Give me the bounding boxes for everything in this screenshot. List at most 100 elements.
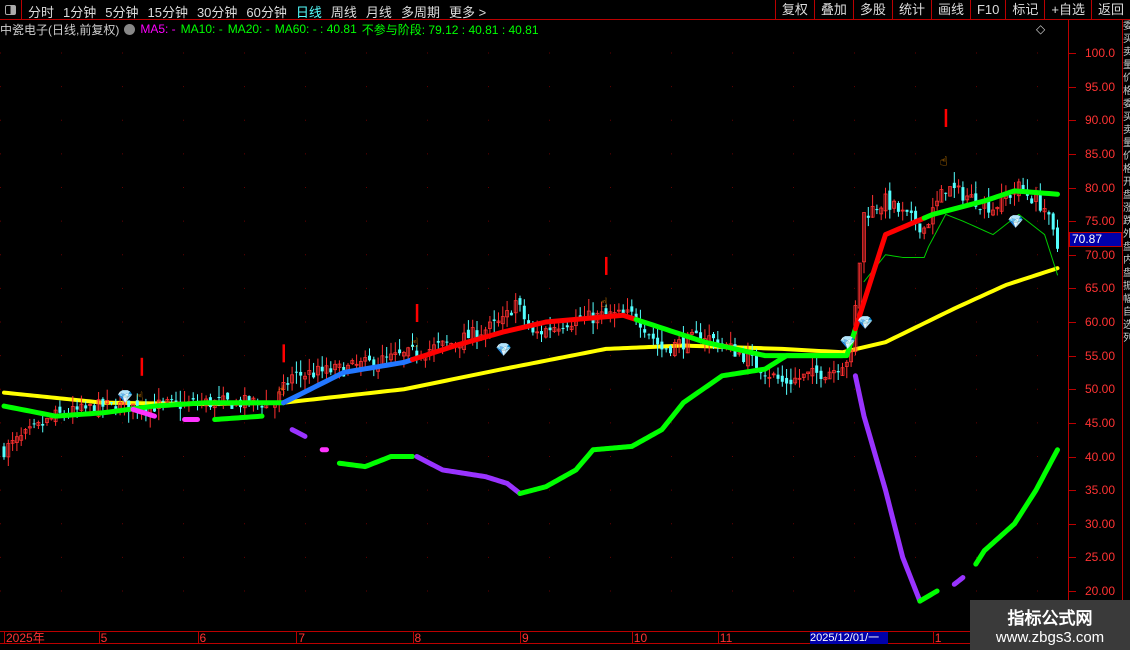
time-tick-label: 1 <box>932 631 942 645</box>
price-tick-label: 45.00 <box>1085 415 1116 430</box>
price-tick-label: 70.00 <box>1085 247 1116 262</box>
candle-body <box>58 406 62 413</box>
diamond-icon: 💎 <box>1008 214 1024 229</box>
candle-body <box>329 368 333 373</box>
price-tick-label: 35.00 <box>1085 483 1116 498</box>
candle-body <box>660 341 664 350</box>
candle-body <box>561 327 565 329</box>
candle-body <box>776 374 780 379</box>
candle-body <box>509 312 513 316</box>
candle-body <box>565 325 569 328</box>
signal-bar <box>605 256 608 275</box>
selected-date: 2025/12/01/一 <box>810 632 888 644</box>
candle-body <box>191 398 195 400</box>
candle-body <box>398 349 402 354</box>
price-tick <box>1068 490 1076 492</box>
price-tick <box>1068 254 1076 256</box>
oscillator-segment <box>973 447 1060 567</box>
candle-body <box>2 446 6 458</box>
signal-bar <box>415 304 419 322</box>
candle-body <box>815 365 819 373</box>
price-tick-label: 40.00 <box>1085 449 1116 464</box>
candle-body <box>978 209 982 211</box>
diamond-icon: 💎 <box>840 335 856 350</box>
candle-body <box>909 210 913 213</box>
candle-body <box>918 223 922 233</box>
hand-icon: ☝ <box>940 154 948 169</box>
price-tick <box>1068 591 1076 592</box>
price-tick <box>1068 221 1076 223</box>
candle-body <box>294 371 298 373</box>
ma-yellow-line <box>2 266 1060 407</box>
price-tick-label: 80.00 <box>1085 180 1116 195</box>
candle-body <box>217 396 221 398</box>
candle-body <box>1056 227 1059 249</box>
price-tick-label: 100.0 <box>1085 46 1116 60</box>
oscillator-segment <box>951 575 966 587</box>
candle-body <box>385 356 389 358</box>
price-chart[interactable]: ☝ ☝☝☝☝💎💎 💎💎💎 <box>0 0 1068 630</box>
time-tick-label: 2025年 <box>4 631 45 645</box>
time-tick-label: 11 <box>717 631 733 645</box>
candle-body <box>712 333 715 339</box>
candle-body <box>905 209 909 212</box>
watermark: 指标公式网 www.zbgs3.com <box>970 600 1130 650</box>
candle-body <box>819 370 823 380</box>
price-tick <box>1068 456 1076 458</box>
candle-body <box>952 182 956 189</box>
hand-icon: ☝ <box>411 335 419 350</box>
oscillator-segment <box>289 427 308 439</box>
candle-body <box>75 406 79 410</box>
oscillator-segment <box>212 413 265 423</box>
candle-body <box>174 400 178 402</box>
candle-body <box>630 306 634 312</box>
candle-body <box>694 330 698 334</box>
candle-body <box>32 423 36 425</box>
candle-body <box>260 405 264 408</box>
candle-body <box>780 375 784 382</box>
candle-body <box>643 329 647 333</box>
candle-body <box>944 192 948 194</box>
tool-button[interactable]: 返回 <box>1090 0 1130 20</box>
price-axis-line <box>1068 20 1069 632</box>
price-tick <box>1068 288 1076 290</box>
candle-body <box>888 190 892 210</box>
side-tab-strip[interactable]: 委买卖量价格委买卖量价格开盘涨跌外盘内盘振幅自选列 <box>1122 20 1130 632</box>
candle-body <box>651 333 655 339</box>
watermark-url: www.zbgs3.com <box>995 629 1105 646</box>
candle-body <box>84 405 88 409</box>
price-tick <box>1068 355 1076 357</box>
candle-body <box>763 375 767 377</box>
price-tick-label: 30.00 <box>1085 516 1116 531</box>
candle-body <box>789 379 793 385</box>
candle-body <box>647 334 651 336</box>
time-tick-label: 6 <box>197 631 207 645</box>
price-tick-label: 85.00 <box>1085 146 1116 161</box>
candle-body <box>875 209 879 211</box>
time-tick-label: 9 <box>520 631 529 645</box>
candle-body <box>836 371 840 373</box>
price-tick <box>1068 53 1076 54</box>
price-tick-label: 90.00 <box>1085 113 1116 128</box>
oscillator-segment <box>852 373 923 604</box>
candle-body <box>1030 198 1034 204</box>
candle-body <box>226 392 230 400</box>
candle-body <box>664 348 668 350</box>
price-tick-label: 25.00 <box>1085 550 1116 565</box>
trend-line-segment <box>921 188 1060 221</box>
candle-body <box>548 327 552 331</box>
candle-body <box>161 400 165 402</box>
oscillator-segment <box>517 353 845 496</box>
hand-icon: ☝ <box>136 389 144 404</box>
price-tick <box>1068 322 1076 323</box>
oscillator-segment <box>336 454 415 470</box>
diamond-icon: 💎 <box>496 342 512 357</box>
current-price-label: 70.87 <box>1069 232 1122 247</box>
signal-bar <box>282 344 285 363</box>
price-tick <box>1068 153 1076 155</box>
candle-body <box>1038 193 1042 211</box>
price-tick <box>1068 389 1076 391</box>
candle-body <box>961 187 965 201</box>
candle-body <box>522 305 526 320</box>
candle-body <box>896 203 900 212</box>
